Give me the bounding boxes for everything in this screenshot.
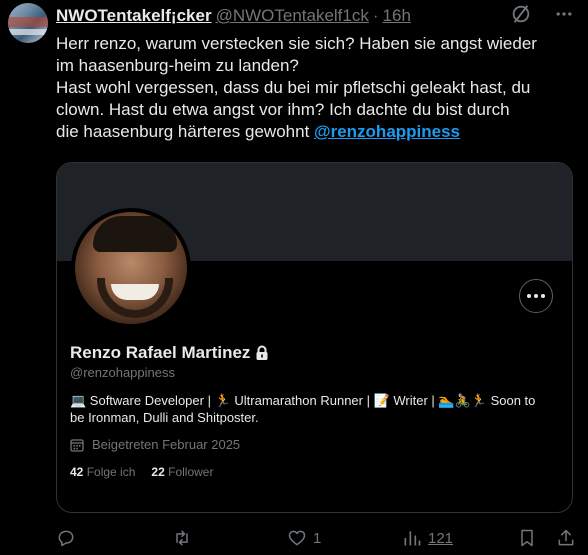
author-name[interactable]: NWOTentakelf¡cker: [56, 6, 212, 26]
tweet-top-icons: [510, 3, 574, 25]
tweet-line: clown. Hast du etwa angst vor ihm? Ich d…: [56, 100, 510, 119]
bio-line: 💻 Software Developer | 🏃 Ultramarathon R…: [70, 393, 536, 408]
lock-icon: [256, 345, 268, 360]
tweet-line-text: die haasenburg härteres gewohnt: [56, 122, 315, 141]
followers-label: Follower: [168, 465, 214, 479]
joined-text: Beigetreten Februar 2025: [92, 437, 241, 452]
heart-icon: [288, 530, 306, 546]
like-button[interactable]: 1: [287, 528, 321, 548]
mention-link[interactable]: @renzohappiness: [314, 122, 460, 141]
author-handle[interactable]: @NWOTentakelf1ck: [216, 6, 369, 26]
tweet-line: im haasenburg-heim zu landen?: [56, 56, 299, 75]
profile-stats: 42 Folge ich 22 Follower: [70, 465, 213, 479]
bio-line: be Ironman, Dulli and Shitposter.: [70, 410, 259, 425]
author-avatar[interactable]: [8, 3, 48, 43]
reply-icon: [58, 530, 74, 547]
following-link[interactable]: 42 Folge ich: [70, 465, 135, 479]
repost-button[interactable]: [171, 528, 193, 548]
share-button[interactable]: [556, 528, 576, 548]
views-chart-icon: [404, 531, 421, 546]
reply-button[interactable]: [56, 528, 76, 548]
views-button[interactable]: 121: [402, 528, 453, 548]
profile-card[interactable]: Renzo Rafael Martinez @renzohappiness 💻 …: [56, 162, 573, 513]
tweet-actions: 1 121: [56, 528, 578, 552]
more-horizontal-icon[interactable]: [554, 4, 574, 24]
calendar-icon: [70, 438, 84, 452]
tweet-line: die haasenburg härteres gewohnt @renzoha…: [56, 121, 578, 143]
like-count: 1: [313, 529, 322, 547]
repost-icon: [176, 530, 188, 546]
profile-name: Renzo Rafael Martinez: [70, 343, 269, 363]
following-count: 42: [70, 465, 84, 479]
followers-link[interactable]: 22 Follower: [151, 465, 213, 479]
profile-avatar[interactable]: [71, 208, 191, 328]
following-label: Folge ich: [86, 465, 136, 479]
profile-name-text: Renzo Rafael Martinez: [70, 343, 251, 362]
separator-dot: ·: [372, 6, 379, 25]
tweet-body: Herr renzo, warum verstecken sie sich? H…: [56, 33, 578, 143]
tweet-timestamp[interactable]: 16h: [383, 6, 411, 26]
profile-joined: Beigetreten Februar 2025: [70, 437, 240, 452]
share-icon: [558, 529, 574, 546]
views-count: 121: [428, 529, 454, 547]
bookmark-button[interactable]: [518, 528, 536, 548]
profile-more-button[interactable]: [519, 279, 553, 313]
tweet-line: Herr renzo, warum verstecken sie sich? H…: [56, 34, 537, 53]
followers-count: 22: [151, 465, 165, 479]
tweet-line: Hast wohl vergessen, dass du bei mir pfl…: [56, 78, 531, 97]
profile-bio: 💻 Software Developer | 🏃 Ultramarathon R…: [70, 392, 560, 426]
profile-handle: @renzohappiness: [70, 365, 175, 380]
grok-slash-icon[interactable]: [510, 3, 532, 25]
tweet-header: NWOTentakelf¡cker @NWOTentakelf1ck · 16h: [56, 5, 411, 27]
bookmark-icon: [521, 529, 533, 547]
